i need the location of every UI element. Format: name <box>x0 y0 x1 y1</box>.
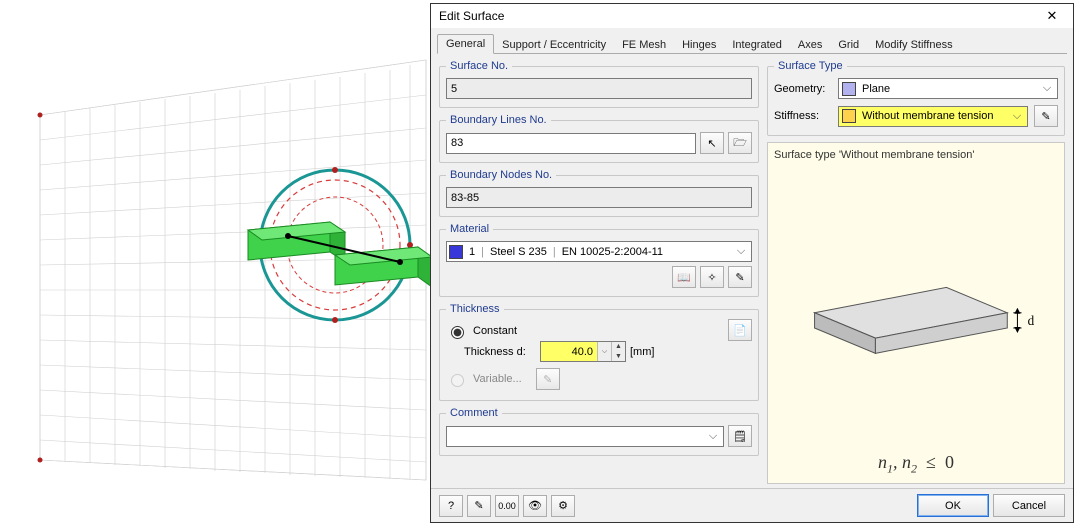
settings-icon[interactable]: ⚙ <box>551 495 575 517</box>
thickness-variable-edit-icon: ✎ <box>536 368 560 390</box>
preview-illustration: d <box>774 167 1058 448</box>
cancel-button[interactable]: Cancel <box>993 494 1065 517</box>
stiffness-edit-icon[interactable]: ✎ <box>1034 105 1058 127</box>
legend-surface-type: Surface Type <box>774 60 847 72</box>
thickness-d-label: Thickness d: <box>464 346 536 358</box>
group-boundary-nodes: Boundary Nodes No. <box>439 169 759 217</box>
preview-caption: Surface type 'Without membrane tension' <box>774 149 1058 161</box>
geometry-label: Geometry: <box>774 83 832 95</box>
help-icon[interactable]: ? <box>439 495 463 517</box>
thickness-spin-icon[interactable]: ▲▼ <box>611 342 625 361</box>
material-edit-icon[interactable]: ✎ <box>728 266 752 288</box>
group-comment: Comment ⌵ 🗒 <box>439 407 759 456</box>
stiffness-value: Without membrane tension <box>862 110 993 122</box>
material-index: 1 <box>469 246 475 258</box>
thickness-constant-radio[interactable] <box>451 326 464 339</box>
dialog-bottom-bar: ? ✎ 0.00 👁 ⚙ OK Cancel <box>431 488 1073 522</box>
thickness-variable-radio <box>451 374 464 387</box>
tab-general[interactable]: General <box>437 34 494 54</box>
material-library-icon[interactable]: 📖 <box>672 266 696 288</box>
group-surface-no: Surface No. <box>439 60 759 108</box>
ok-button[interactable]: OK <box>917 494 989 517</box>
boundary-nodes-field <box>446 187 752 208</box>
tab-support-eccentricity[interactable]: Support / Eccentricity <box>494 36 614 54</box>
thickness-d-value: 40.0 <box>541 346 597 358</box>
tab-integrated[interactable]: Integrated <box>724 36 790 54</box>
group-boundary-lines: Boundary Lines No. ↖ 🗁 <box>439 114 759 163</box>
group-material: Material 1 | Steel S 235 | EN 10025-2:20… <box>439 223 759 297</box>
close-icon[interactable]: ✕ <box>1037 6 1067 26</box>
stiffness-combo[interactable]: Without membrane tension ⌵ <box>838 106 1028 127</box>
stiffness-label: Stiffness: <box>774 110 832 122</box>
thickness-unit: [mm] <box>630 346 654 358</box>
chevron-down-icon: ⌵ <box>733 245 749 258</box>
legend-surface-no: Surface No. <box>446 60 512 72</box>
legend-thickness: Thickness <box>446 303 504 315</box>
comment-combo[interactable]: ⌵ <box>446 426 724 447</box>
view-icon[interactable]: 👁 <box>523 495 547 517</box>
tab-bar: General Support / Eccentricity FE Mesh H… <box>431 30 1073 54</box>
group-thickness: Thickness 📄 Constant Thickness d: 40.0 ⌵… <box>439 303 759 401</box>
select-lines-icon[interactable]: 🗁 <box>728 132 752 154</box>
d-dimension-label: d <box>1028 313 1035 328</box>
thickness-d-input[interactable]: 40.0 ⌵ ▲▼ <box>540 341 626 362</box>
chevron-down-icon: ⌵ <box>705 430 721 443</box>
chevron-down-icon: ⌵ <box>1010 110 1024 123</box>
units-icon[interactable]: 0.00 <box>495 495 519 517</box>
tab-modify-stiffness[interactable]: Modify Stiffness <box>867 36 960 54</box>
material-new-icon[interactable]: ✧ <box>700 266 724 288</box>
tab-grid[interactable]: Grid <box>830 36 867 54</box>
geometry-combo[interactable]: Plane ⌵ <box>838 78 1058 99</box>
legend-boundary-lines: Boundary Lines No. <box>446 114 551 126</box>
legend-comment: Comment <box>446 407 502 419</box>
thickness-variable-label: Variable... <box>473 373 522 385</box>
group-surface-type: Surface Type Geometry: Plane ⌵ Stiffness… <box>767 60 1065 136</box>
plane-swatch-icon <box>842 82 856 96</box>
material-swatch-icon <box>449 245 463 259</box>
legend-material: Material <box>446 223 493 235</box>
thickness-constant-label: Constant <box>473 325 517 337</box>
tab-fe-mesh[interactable]: FE Mesh <box>614 36 674 54</box>
pick-lines-icon[interactable]: ↖ <box>700 132 724 154</box>
stiffness-swatch-icon <box>842 109 856 123</box>
material-combo[interactable]: 1 | Steel S 235 | EN 10025-2:2004-11 ⌵ <box>446 241 752 262</box>
material-standard: EN 10025-2:2004-11 <box>562 246 663 258</box>
surface-type-preview: Surface type 'Without membrane tension' … <box>767 142 1065 484</box>
material-name: Steel S 235 <box>490 246 547 258</box>
edit-surface-dialog: Edit Surface ✕ General Support / Eccentr… <box>430 3 1074 523</box>
legend-boundary-nodes: Boundary Nodes No. <box>446 169 556 181</box>
edit-icon[interactable]: ✎ <box>467 495 491 517</box>
thickness-dropdown-icon[interactable]: ⌵ <box>597 342 611 361</box>
surface-no-field <box>446 78 752 99</box>
tab-hinges[interactable]: Hinges <box>674 36 724 54</box>
dialog-title: Edit Surface <box>439 9 1037 23</box>
boundary-lines-field[interactable] <box>446 133 696 154</box>
chevron-down-icon: ⌵ <box>1040 82 1054 95</box>
comment-note-icon[interactable]: 🗒 <box>728 425 752 447</box>
preview-equation: n1, n2 ≤ 0 <box>774 452 1058 477</box>
dialog-titlebar[interactable]: Edit Surface ✕ <box>431 4 1073 28</box>
geometry-value: Plane <box>862 83 890 95</box>
thickness-options-icon[interactable]: 📄 <box>728 319 752 341</box>
model-viewport[interactable] <box>0 0 435 528</box>
tab-axes[interactable]: Axes <box>790 36 830 54</box>
